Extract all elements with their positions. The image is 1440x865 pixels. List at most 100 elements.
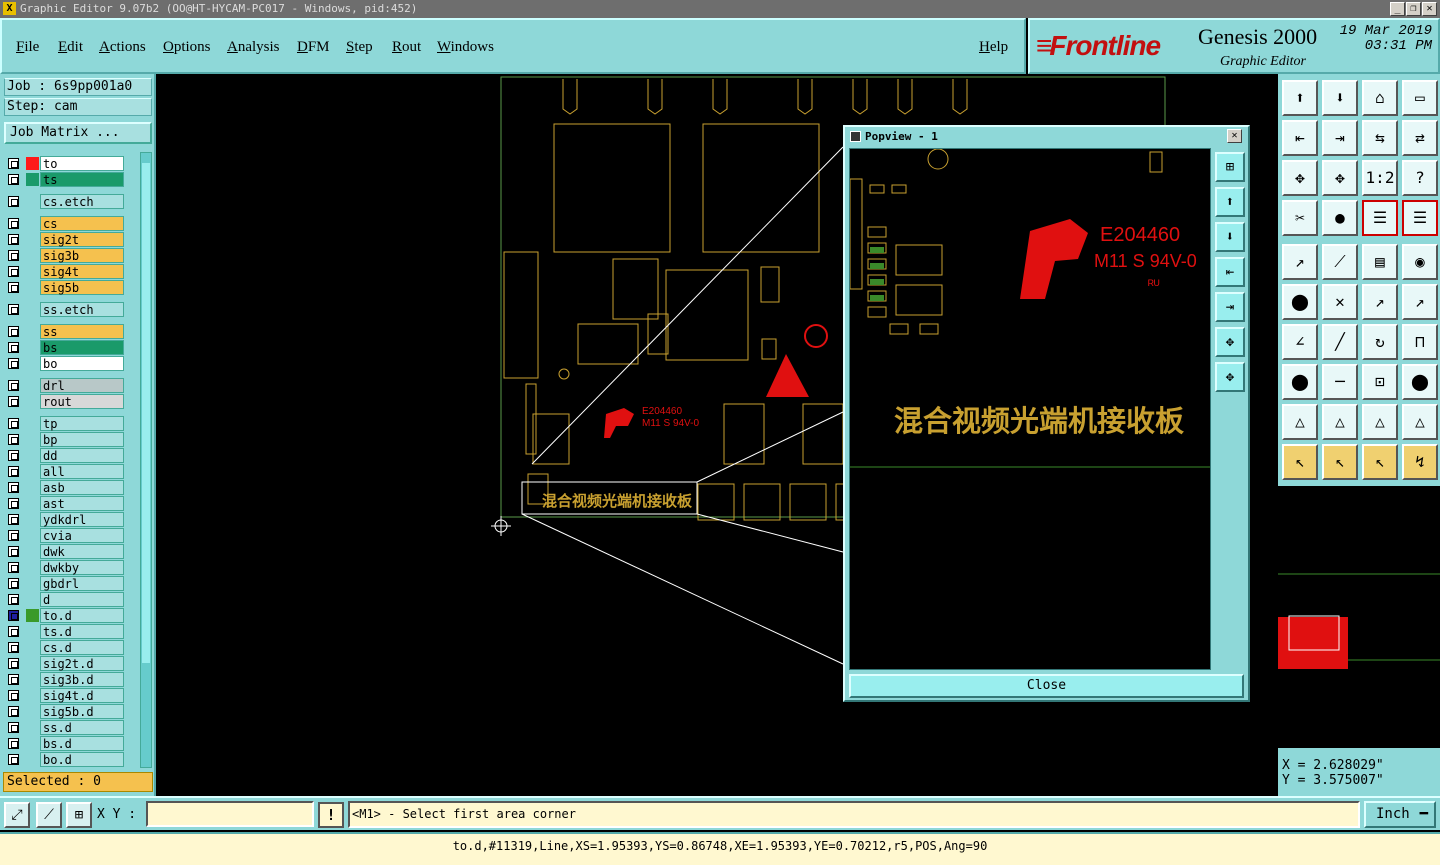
menu-options[interactable]: Options: [163, 39, 211, 56]
ratio-icon[interactable]: 1:2: [1362, 160, 1398, 196]
layer-row[interactable]: ss: [4, 324, 128, 339]
arc-icon[interactable]: ↻: [1362, 324, 1398, 360]
layer-row[interactable]: d: [4, 592, 128, 607]
layer-checkbox[interactable]: [8, 482, 19, 493]
layer-checkbox[interactable]: [8, 498, 19, 509]
layer-checkbox[interactable]: [8, 626, 19, 637]
move-right-icon[interactable]: ⇥: [1215, 292, 1245, 322]
layer-name[interactable]: cs.d: [40, 640, 124, 655]
layer-name[interactable]: sig2t: [40, 232, 124, 247]
layer-row[interactable]: asb: [4, 480, 128, 495]
move-node-icon[interactable]: ↗: [1362, 284, 1398, 320]
popview-close-button[interactable]: Close: [849, 674, 1244, 698]
fillet-icon[interactable]: ⊓: [1402, 324, 1438, 360]
fit-icon[interactable]: ✥: [1215, 327, 1245, 357]
layer-name[interactable]: ss.etch: [40, 302, 124, 317]
layer-row[interactable]: sig2t.d: [4, 656, 128, 671]
menu-windows[interactable]: Windows: [437, 39, 494, 56]
layer-checkbox[interactable]: [8, 304, 19, 315]
angle-icon[interactable]: ∠: [1282, 324, 1318, 360]
measure-icon[interactable]: ⊡: [1362, 364, 1398, 400]
menu-step[interactable]: Step: [346, 39, 373, 56]
layer-name[interactable]: sig5b.d: [40, 704, 124, 719]
layer-name[interactable]: dwk: [40, 544, 124, 559]
layer-row[interactable]: sig2t: [4, 232, 128, 247]
layer-name[interactable]: gbdrl: [40, 576, 124, 591]
move-down-icon[interactable]: ⬇: [1215, 222, 1245, 252]
layer-name[interactable]: ydkdrl: [40, 512, 124, 527]
layer-name[interactable]: to.d: [40, 608, 124, 623]
layer-checkbox[interactable]: [8, 706, 19, 717]
layer-checkbox[interactable]: [8, 234, 19, 245]
tri-2-icon[interactable]: △: [1322, 404, 1358, 440]
grid-icon[interactable]: ⊞: [66, 802, 92, 828]
layer-checkbox[interactable]: [8, 722, 19, 733]
move-left-icon[interactable]: ⇤: [1215, 257, 1245, 287]
layer-row[interactable]: ts: [4, 172, 128, 187]
layer-name[interactable]: sig2t.d: [40, 656, 124, 671]
select-arrow-icon[interactable]: ↖: [1282, 444, 1318, 480]
layer-name[interactable]: dd: [40, 448, 124, 463]
layer-row[interactable]: drl: [4, 378, 128, 393]
layer-checkbox[interactable]: [8, 546, 19, 557]
layer-checkbox[interactable]: [8, 158, 19, 169]
menu-analysis[interactable]: Analysis: [227, 39, 280, 56]
rotate-node-icon[interactable]: ↗: [1402, 284, 1438, 320]
measure-icon[interactable]: ⟋: [36, 802, 62, 828]
layer-checkbox[interactable]: [8, 174, 19, 185]
layer-row[interactable]: rout: [4, 394, 128, 409]
menu-file[interactable]: File: [16, 39, 39, 56]
layer-row[interactable]: tp: [4, 416, 128, 431]
layer-name[interactable]: cs.etch: [40, 194, 124, 209]
move-up-icon[interactable]: ⬆: [1215, 187, 1245, 217]
layer-name[interactable]: sig3b: [40, 248, 124, 263]
layer-checkbox[interactable]: [8, 466, 19, 477]
menu-edit[interactable]: Edit: [58, 39, 83, 56]
layer-row[interactable]: bs: [4, 340, 128, 355]
layer-name[interactable]: ast: [40, 496, 124, 511]
move-down-icon[interactable]: ⬇: [1322, 80, 1358, 116]
layer-row[interactable]: ydkdrl: [4, 512, 128, 527]
layer-name[interactable]: tp: [40, 416, 124, 431]
layer-row[interactable]: ts.d: [4, 624, 128, 639]
layer-view-1-icon[interactable]: ☰: [1362, 200, 1398, 236]
layer-row[interactable]: dd: [4, 448, 128, 463]
layer-checkbox[interactable]: [8, 514, 19, 525]
layer-checkbox[interactable]: [8, 690, 19, 701]
layer-checkbox[interactable]: [8, 738, 19, 749]
route-icon[interactable]: ↯: [1402, 444, 1438, 480]
graphic-canvas[interactable]: E204460 M11 S 94V-0 混合视频光端机接收板 Popview -…: [158, 74, 1278, 796]
minimize-button[interactable]: _: [1390, 2, 1405, 16]
layer-checkbox[interactable]: [8, 326, 19, 337]
layer-name[interactable]: ts: [40, 172, 124, 187]
layer-name[interactable]: rout: [40, 394, 124, 409]
layer-row[interactable]: dwk: [4, 544, 128, 559]
move-up-icon[interactable]: ⬆: [1282, 80, 1318, 116]
move-right-icon[interactable]: ⇥: [1322, 120, 1358, 156]
layer-name[interactable]: bo: [40, 356, 124, 371]
layer-name[interactable]: sig4t.d: [40, 688, 124, 703]
layer-name[interactable]: sig4t: [40, 264, 124, 279]
layer-checkbox[interactable]: [8, 358, 19, 369]
layer-name[interactable]: cvia: [40, 528, 124, 543]
select-box-icon[interactable]: ↖: [1322, 444, 1358, 480]
layer-row[interactable]: sig3b: [4, 248, 128, 263]
center-icon[interactable]: ✥: [1322, 160, 1358, 196]
layer-checkbox[interactable]: [8, 418, 19, 429]
trim-icon[interactable]: ─: [1322, 364, 1358, 400]
overview-minimap[interactable]: [1278, 486, 1440, 748]
layer-checkbox[interactable]: [8, 578, 19, 589]
pad-snap-icon[interactable]: ⬤: [1282, 364, 1318, 400]
layer-name[interactable]: cs: [40, 216, 124, 231]
layer-checkbox[interactable]: [8, 266, 19, 277]
layer-checkbox[interactable]: [8, 674, 19, 685]
layer-checkbox[interactable]: [8, 196, 19, 207]
layer-row[interactable]: all: [4, 464, 128, 479]
menu-help[interactable]: Help: [979, 39, 1008, 56]
layer-checkbox[interactable]: [8, 530, 19, 541]
layer-checkbox[interactable]: [8, 250, 19, 261]
popview-canvas[interactable]: E204460 M11 S 94V-0 ᴿᵁ 混合视频光端机接收板: [849, 148, 1211, 670]
layer-scrollbar[interactable]: [140, 152, 152, 768]
shape-icon[interactable]: ⬤: [1402, 364, 1438, 400]
ruler-icon[interactable]: ▤: [1362, 244, 1398, 280]
